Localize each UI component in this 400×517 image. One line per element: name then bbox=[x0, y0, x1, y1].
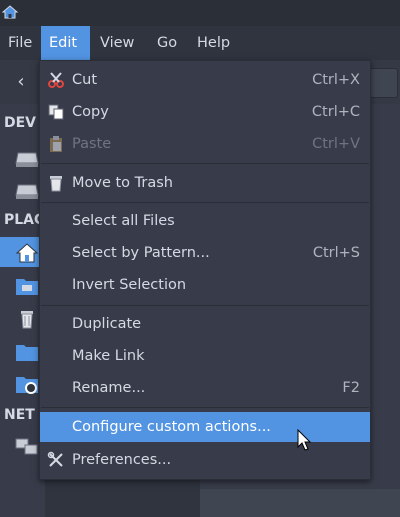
menu-item-duplicate[interactable]: Duplicate bbox=[40, 309, 370, 339]
chevron-left-icon: ‹ bbox=[17, 71, 25, 92]
menu-item-configure-custom-actions[interactable]: Configure custom actions... bbox=[40, 412, 370, 442]
desktop-folder-icon bbox=[16, 279, 38, 295]
menu-item-cut[interactable]: Cut Ctrl+X bbox=[40, 65, 370, 95]
network-icon bbox=[15, 438, 38, 455]
menu-item-label: Paste bbox=[72, 136, 112, 152]
menubar: File Edit View Go Help bbox=[0, 26, 400, 60]
menu-separator bbox=[41, 202, 369, 203]
menu-item-label: Move to Trash bbox=[72, 175, 173, 191]
menu-item-preferences[interactable]: Preferences... bbox=[40, 445, 370, 475]
menu-item-select-all[interactable]: Select all Files bbox=[40, 206, 370, 236]
menu-item-label: Invert Selection bbox=[72, 277, 187, 293]
menu-separator bbox=[41, 163, 369, 164]
shortcut-label: Ctrl+S bbox=[312, 245, 360, 261]
window-titlebar bbox=[0, 0, 400, 26]
home-icon bbox=[15, 243, 39, 263]
menu-item-label: Rename... bbox=[72, 380, 146, 396]
menu-item-move-to-trash[interactable]: Move to Trash bbox=[40, 168, 370, 198]
edit-menu: Cut Ctrl+X Copy Ctrl+C Paste Ctrl+V Move… bbox=[39, 60, 371, 480]
menu-item-label: Select by Pattern... bbox=[72, 245, 210, 261]
trash-icon bbox=[21, 311, 33, 329]
menu-separator bbox=[41, 305, 369, 306]
shortcut-label: Ctrl+X bbox=[312, 72, 360, 88]
menu-item-label: Duplicate bbox=[72, 316, 142, 332]
folder-icon bbox=[16, 345, 38, 361]
menu-item-select-by-pattern[interactable]: Select by Pattern... Ctrl+S bbox=[40, 238, 370, 268]
menu-item-paste[interactable]: Paste Ctrl+V bbox=[40, 129, 370, 159]
shortcut-label: Ctrl+C bbox=[311, 104, 360, 120]
menu-item-label: Select all Files bbox=[72, 213, 175, 229]
menu-help[interactable]: Help bbox=[189, 26, 238, 60]
menu-item-label: Configure custom actions... bbox=[72, 419, 271, 435]
menu-file[interactable]: File bbox=[0, 26, 40, 60]
shortcut-label: Ctrl+V bbox=[312, 136, 360, 152]
menu-item-rename[interactable]: Rename... F2 bbox=[40, 373, 370, 403]
drive-icon bbox=[15, 152, 39, 167]
mouse-cursor-icon bbox=[297, 429, 312, 451]
sidebar-heading-network: NET bbox=[4, 407, 35, 423]
menu-item-label: Cut bbox=[72, 72, 97, 88]
preferences-icon bbox=[47, 451, 63, 467]
menu-item-copy[interactable]: Copy Ctrl+C bbox=[40, 97, 370, 127]
folder-sync-icon bbox=[16, 377, 38, 394]
trash-icon bbox=[50, 176, 62, 192]
menu-edit[interactable]: Edit bbox=[41, 26, 90, 60]
menu-item-label: Copy bbox=[72, 104, 109, 120]
sidebar-heading-devices: DEV bbox=[4, 115, 37, 131]
menu-item-invert-selection[interactable]: Invert Selection bbox=[40, 270, 370, 300]
drive-icon bbox=[15, 184, 39, 199]
menu-view[interactable]: View bbox=[92, 26, 142, 60]
home-folder-icon bbox=[1, 5, 19, 19]
shortcut-label: F2 bbox=[342, 380, 360, 396]
menu-item-make-link[interactable]: Make Link bbox=[40, 341, 370, 371]
menu-item-label: Make Link bbox=[72, 348, 145, 364]
paste-icon bbox=[50, 136, 62, 152]
back-button[interactable]: ‹ bbox=[3, 66, 39, 98]
menu-item-label: Preferences... bbox=[72, 452, 172, 468]
menu-separator bbox=[41, 407, 369, 408]
menu-go[interactable]: Go bbox=[149, 26, 185, 60]
scissors-icon bbox=[48, 72, 64, 88]
copy-icon bbox=[48, 104, 64, 120]
